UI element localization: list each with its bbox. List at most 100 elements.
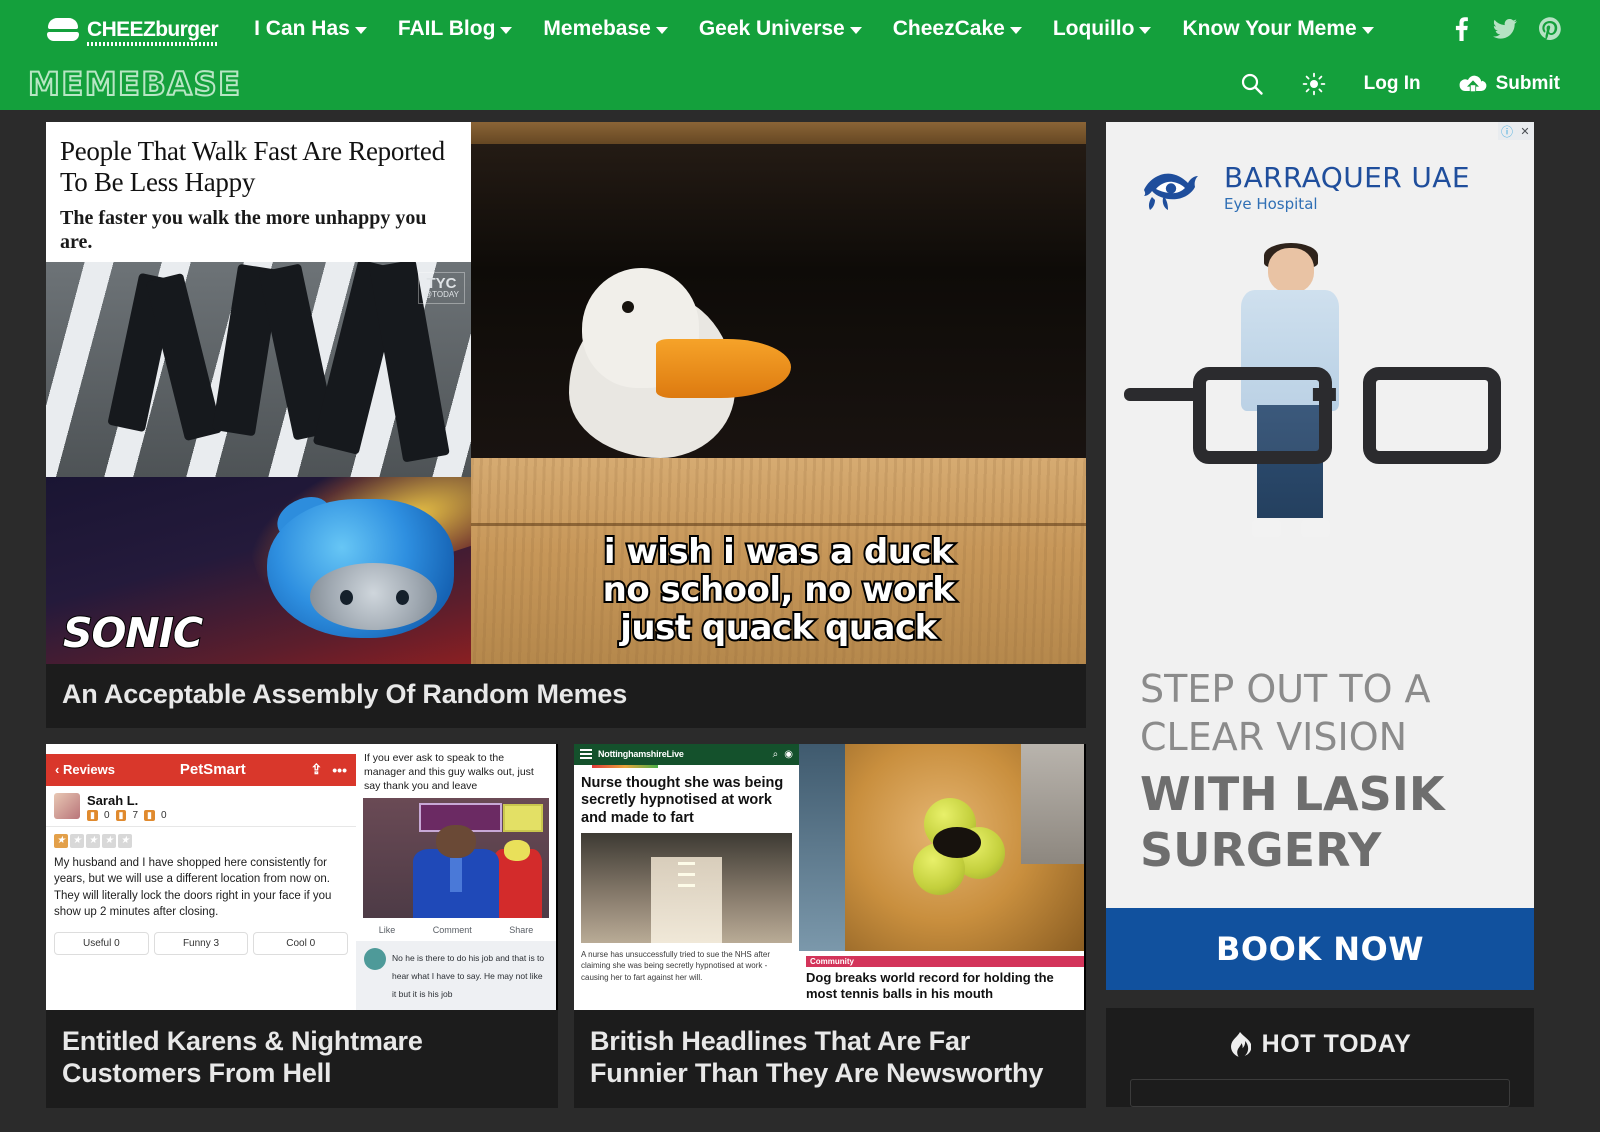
action-like: Like	[378, 924, 396, 935]
nav-item-know-your-meme[interactable]: Know Your Meme	[1182, 17, 1374, 41]
ad-brand-text: BARRAQUER UAE Eye Hospital	[1224, 164, 1470, 212]
reply-text: No he is there to do his job and that is…	[392, 952, 545, 999]
sun-icon	[1302, 72, 1325, 96]
rating-stars: ★ ★ ★ ★ ★	[46, 827, 356, 853]
hamburger-icon	[580, 749, 592, 760]
thumb-duck-meme: i wish i was a duck no school, no work j…	[471, 122, 1086, 664]
duck-caption-line-1: i wish i was a duck	[602, 530, 956, 573]
hot-today-label: HOT TODAY	[1261, 1030, 1412, 1058]
pinterest-icon[interactable]	[1538, 16, 1562, 42]
facebook-icon[interactable]	[1450, 16, 1472, 42]
eyeglasses-graphic	[1123, 348, 1517, 484]
post-title[interactable]: Entitled Karens & Nightmare Customers Fr…	[46, 1010, 558, 1108]
post-card-entitled-karens[interactable]: ‹ Reviews PetSmart ⇪ ••• Sarah L. ▮ 0 ▮ …	[46, 743, 558, 1108]
chevron-down-icon	[354, 27, 367, 34]
memebase-logo[interactable]: MEMEBASE	[27, 67, 241, 101]
hot-today-header: HOT TODAY	[1106, 1030, 1534, 1079]
ad-brand-name: BARRAQUER UAE	[1224, 161, 1470, 194]
ad-headline-light: STEP OUT TO A CLEAR VISION	[1140, 666, 1431, 760]
star-empty: ★	[70, 833, 84, 848]
article-subhead: The faster you walk the more unhappy you…	[60, 206, 427, 253]
nav-item-label: Geek Universe	[698, 17, 845, 40]
post-card-random-memes[interactable]: People That Walk Fast Are Reported To Be…	[46, 122, 1086, 728]
login-label: Log In	[1363, 73, 1421, 94]
stat-reviews: 7	[132, 809, 139, 821]
nav-links: I Can Has FAIL Blog Memebase Geek Univer…	[254, 17, 1374, 41]
brand-nav-row: MEMEBASE Log In Submit	[0, 58, 1600, 110]
star-empty: ★	[86, 833, 100, 848]
cheezburger-logo[interactable]: CHEEZburger	[46, 16, 219, 46]
upload-cloud-icon	[1459, 75, 1487, 92]
post-card-british-headlines[interactable]: NottinghamshireLive ⌕ ◉ Nurse thought sh…	[574, 743, 1086, 1108]
hospital-corridor-photo	[581, 833, 792, 944]
advertisement-barraquer[interactable]: ⓘ ✕ BARRAQUER UAE Eye Hospital STEP OUT …	[1106, 122, 1534, 990]
stat-photos: 0	[160, 809, 167, 821]
ad-brand-sub: Eye Hospital	[1224, 195, 1318, 213]
ad-hero-image	[1106, 212, 1534, 665]
twitter-icon[interactable]	[1492, 16, 1518, 42]
stat-icon-reviews: ▮	[115, 809, 127, 821]
nav-item-cheezcake[interactable]: CheezCake	[893, 17, 1022, 41]
star-filled: ★	[54, 833, 68, 848]
search-icon: ⌕	[772, 748, 779, 760]
nav-item-geek-universe[interactable]: Geek Universe	[699, 17, 862, 41]
stat-friends: 0	[103, 809, 110, 821]
manager-reply-block: No he is there to do his job and that is…	[356, 940, 556, 1010]
nav-item-loquillo[interactable]: Loquillo	[1053, 17, 1152, 41]
login-button[interactable]: Log In	[1364, 73, 1421, 95]
nav-item-fail-blog[interactable]: FAIL Blog	[398, 17, 513, 41]
news-site-brand: NottinghamshireLive	[598, 749, 684, 760]
star-empty: ★	[118, 833, 132, 848]
category-badge: Community	[806, 956, 1084, 968]
duck-caption-line-3: just quack quack	[618, 607, 939, 650]
nav-item-label: CheezCake	[892, 17, 1005, 40]
hot-today-list-item[interactable]	[1130, 1079, 1510, 1107]
flame-icon	[1230, 1031, 1251, 1057]
nav-item-label: FAIL Blog	[397, 17, 496, 40]
chevron-down-icon	[849, 27, 862, 34]
submit-button[interactable]: Submit	[1459, 73, 1560, 95]
reviewer-name: Sarah L.	[87, 792, 139, 808]
theme-toggle-button[interactable]	[1302, 72, 1326, 96]
share-icon: ⇪	[310, 761, 323, 778]
ad-copy-block: STEP OUT TO A CLEAR VISION WITH LASIK SU…	[1106, 665, 1534, 878]
thumb-sonic-meme: SONIC	[46, 477, 471, 664]
post-title[interactable]: An Acceptable Assembly Of Random Memes	[46, 664, 1086, 728]
account-icon: ◉	[784, 748, 793, 760]
post-title[interactable]: British Headlines That Are Far Funnier T…	[574, 1010, 1086, 1108]
nav-item-label: I Can Has	[254, 17, 350, 40]
manager-meme-caption: If you ever ask to speak to the manager …	[364, 751, 534, 793]
duck-meme-caption: i wish i was a duck no school, no work j…	[471, 530, 1086, 650]
duck-eye-shape	[621, 300, 634, 313]
primary-nav-row: CHEEZburger I Can Has FAIL Blog Memebase…	[0, 0, 1600, 58]
logo-underline	[87, 41, 219, 46]
nav-item-memebase[interactable]: Memebase	[543, 17, 668, 41]
close-icon[interactable]: ✕	[1516, 122, 1534, 140]
site-header: CHEEZburger I Can Has FAIL Blog Memebase…	[0, 0, 1600, 110]
main-content-column: People That Walk Fast Are Reported To Be…	[46, 122, 1086, 1132]
dog-article-headline: Dog breaks world record for holding the …	[806, 970, 1054, 1001]
post-thumbnail-row: NottinghamshireLive ⌕ ◉ Nurse thought sh…	[574, 743, 1086, 1010]
wood-seam-line	[471, 523, 1086, 527]
header-tools: Log In Submit	[1240, 72, 1560, 96]
ad-cta-button[interactable]: BOOK NOW	[1106, 908, 1534, 990]
sidebar-column: ⓘ ✕ BARRAQUER UAE Eye Hospital STEP OUT …	[1106, 122, 1534, 1132]
nav-item-label: Memebase	[543, 17, 651, 40]
review-app-bar: ‹ Reviews PetSmart ⇪ •••	[46, 753, 356, 786]
avatar	[54, 793, 80, 820]
search-button[interactable]	[1240, 72, 1264, 96]
photo-watermark: TYC @TODAY	[418, 271, 465, 304]
watermark-text: TYC	[426, 274, 457, 292]
cheezburger-wordmark-lower: burger	[155, 17, 219, 41]
review-body-text: My husband and I have shopped here consi…	[54, 856, 332, 918]
review-action-funny: Funny 3	[153, 932, 249, 956]
review-business-name: PetSmart	[179, 761, 246, 779]
nav-item-i-can-has[interactable]: I Can Has	[254, 17, 367, 41]
chevron-down-icon	[1361, 27, 1374, 34]
search-icon	[1241, 73, 1263, 95]
action-comment: Comment	[432, 924, 472, 935]
info-icon[interactable]: ⓘ	[1498, 122, 1516, 140]
reviewer-stats: ▮ 0 ▮ 7 ▮ 0	[87, 809, 167, 821]
duck-caption-line-2: no school, no work	[601, 569, 957, 612]
stat-icon-friends: ▮	[87, 809, 98, 821]
